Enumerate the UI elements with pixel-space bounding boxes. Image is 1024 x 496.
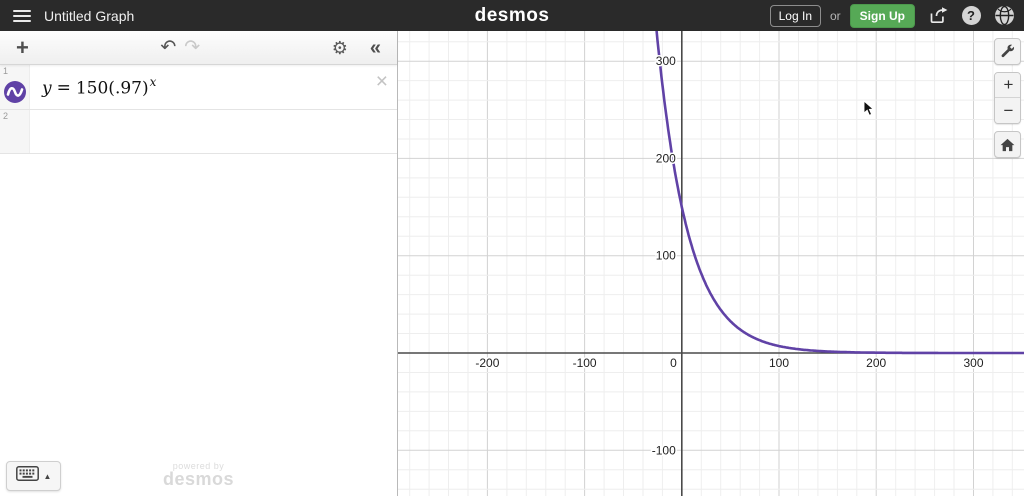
globe-icon[interactable] [994,6,1014,26]
or-label: or [830,8,841,23]
graph-settings-wrench-button[interactable] [994,38,1021,65]
graph-zoom-controls: + − [994,38,1021,165]
svg-text:200: 200 [866,356,886,370]
expression-color-icon[interactable] [3,80,27,109]
empty-expression-input[interactable] [30,110,397,153]
svg-text:0: 0 [670,356,677,370]
zoom-out-button[interactable]: − [995,98,1020,123]
equation-body: 150(.97) [75,78,149,99]
graph-paper[interactable]: -200 -100 0 100 200 300 300 200 100 -100 + − [398,31,1024,496]
graph-settings-button[interactable]: ⚙ [328,37,352,59]
expression-panel: + ↶ ↷ ⚙ « 1 y = 150(.97)x × 2 ▲ powered … [0,31,398,496]
delete-expression-icon[interactable]: × [376,71,388,92]
home-icon [1000,138,1015,151]
topbar-actions: Log In or Sign Up ? [769,3,1014,28]
redo-button: ↷ [180,36,204,59]
share-icon[interactable] [928,6,948,26]
expression-gutter[interactable]: 2 [0,110,30,153]
expression-gutter[interactable]: 1 [0,65,30,109]
login-button[interactable]: Log In [769,4,821,27]
equation-exponent: x [149,74,157,89]
signup-button[interactable]: Sign Up [849,3,915,28]
help-icon[interactable]: ? [961,6,981,26]
expression-index: 2 [3,111,9,121]
expression-row-1[interactable]: 1 y = 150(.97)x × [0,65,397,110]
svg-text:100: 100 [656,249,676,263]
keyboard-open-arrow-icon: ▲ [43,471,52,481]
expression-toolbar: + ↶ ↷ ⚙ « [0,31,397,65]
svg-text:100: 100 [769,356,789,370]
hamburger-menu-icon[interactable] [13,9,31,22]
svg-text:-200: -200 [475,356,499,370]
svg-text:300: 300 [656,54,676,68]
wrench-icon [1001,44,1015,58]
zoom-in-button[interactable]: + [995,73,1020,98]
svg-text:-100: -100 [573,356,597,370]
graph-svg: -200 -100 0 100 200 300 300 200 100 -100 [398,31,1024,496]
svg-text:200: 200 [656,151,676,165]
collapse-panel-button[interactable]: « [366,36,385,60]
equation-equals: = [56,78,71,99]
graph-title[interactable]: Untitled Graph [44,8,134,24]
keyboard-icon [15,466,39,486]
svg-text:-100: -100 [652,443,676,457]
default-zoom-home-button[interactable] [994,131,1021,158]
expression-row-2[interactable]: 2 [0,110,397,154]
expression-input[interactable]: y = 150(.97)x [30,65,397,109]
keyboard-toggle-button[interactable]: ▲ [6,461,61,491]
add-expression-button[interactable]: + [12,35,33,61]
top-bar: Untitled Graph desmos Log In or Sign Up … [0,0,1024,31]
svg-text:300: 300 [963,356,983,370]
equation-lhs: y [42,78,52,99]
undo-button[interactable]: ↶ [156,36,180,59]
expression-index: 1 [3,66,9,76]
